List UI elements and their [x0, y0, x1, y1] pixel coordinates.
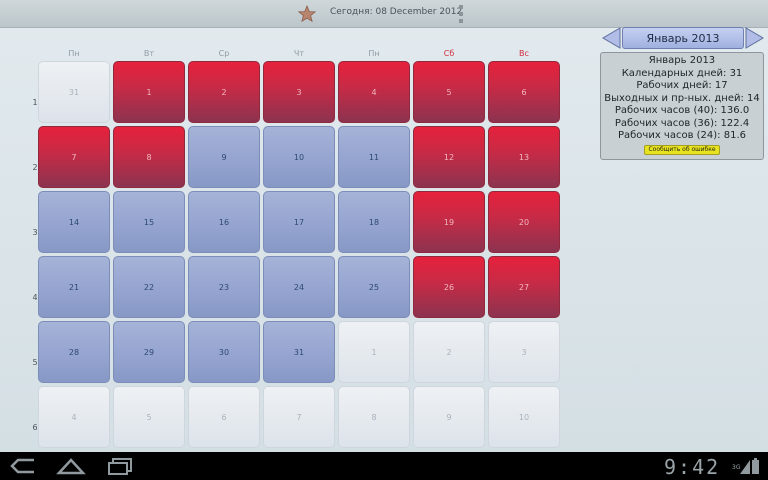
- day-cell[interactable]: 28: [38, 321, 110, 383]
- day-cell[interactable]: 31: [263, 321, 335, 383]
- weekday-label: Вт: [143, 49, 155, 58]
- weekday-header: Пн Вт Ср Чт Пн Сб Вс: [0, 49, 600, 61]
- weekday-label: Чт: [293, 49, 305, 58]
- report-error-button[interactable]: Сообщить об ошибке: [644, 144, 720, 155]
- day-cell[interactable]: 8: [113, 126, 185, 188]
- arrow-left-icon[interactable]: [601, 27, 621, 49]
- day-cell[interactable]: 26: [413, 256, 485, 318]
- day-cell[interactable]: 7: [38, 126, 110, 188]
- day-cell[interactable]: 5: [113, 386, 185, 448]
- overflow-menu-icon[interactable]: [457, 5, 465, 23]
- today-label[interactable]: Сегодня: 08 December 2012: [330, 7, 462, 17]
- month-selector-button[interactable]: Январь 2013: [622, 27, 744, 49]
- day-cell[interactable]: 22: [113, 256, 185, 318]
- day-cell[interactable]: 7: [263, 386, 335, 448]
- weekday-label: Пн: [68, 49, 80, 58]
- day-cell[interactable]: 2: [188, 61, 260, 123]
- day-cell[interactable]: 20: [488, 191, 560, 253]
- status-clock: 9:42: [664, 455, 721, 479]
- weekday-label: Сб: [443, 49, 455, 58]
- day-cell[interactable]: 6: [188, 386, 260, 448]
- home-icon[interactable]: [56, 456, 86, 476]
- day-cell[interactable]: 12: [413, 126, 485, 188]
- day-cell[interactable]: 21: [38, 256, 110, 318]
- system-nav-bar: 9:42 3G: [0, 452, 768, 480]
- signal-icon: [740, 458, 750, 474]
- day-cell[interactable]: 4: [338, 61, 410, 123]
- day-cell[interactable]: 4: [38, 386, 110, 448]
- back-icon[interactable]: [10, 456, 36, 476]
- work-hours-40: Рабочих часов (40): 136.0: [614, 105, 750, 116]
- month-summary-panel: Январь 2013 Календарных дней: 31 Рабочих…: [600, 52, 764, 160]
- day-cell[interactable]: 29: [113, 321, 185, 383]
- day-cell[interactable]: 17: [263, 191, 335, 253]
- weekday-label: Ср: [218, 49, 230, 58]
- day-cell[interactable]: 18: [338, 191, 410, 253]
- arrow-right-icon[interactable]: [745, 27, 765, 49]
- day-cell[interactable]: 2: [413, 321, 485, 383]
- day-cell[interactable]: 30: [188, 321, 260, 383]
- work-days: Рабочих дней: 17: [636, 80, 728, 91]
- day-cell[interactable]: 3: [263, 61, 335, 123]
- battery-icon: [752, 458, 759, 474]
- weekday-label: Пн: [368, 49, 380, 58]
- day-cell[interactable]: 23: [188, 256, 260, 318]
- day-cell[interactable]: 13: [488, 126, 560, 188]
- day-cell[interactable]: 27: [488, 256, 560, 318]
- month-navigation: Январь 2013: [601, 27, 765, 49]
- day-cell[interactable]: 15: [113, 191, 185, 253]
- day-cell[interactable]: 6: [488, 61, 560, 123]
- top-bar: Сегодня: 08 December 2012: [0, 0, 768, 28]
- holiday-days: Выходных и пр-ных. дней: 14: [604, 92, 760, 104]
- day-cell[interactable]: 1: [338, 321, 410, 383]
- star-icon[interactable]: [297, 4, 317, 23]
- day-cell[interactable]: 11: [338, 126, 410, 188]
- recent-apps-icon[interactable]: [106, 456, 134, 476]
- day-cell[interactable]: 31: [38, 61, 110, 123]
- day-cell[interactable]: 25: [338, 256, 410, 318]
- day-cell[interactable]: 5: [413, 61, 485, 123]
- day-cell[interactable]: 1: [113, 61, 185, 123]
- work-hours-24: Рабочих часов (24): 81.6: [617, 130, 746, 141]
- day-cell[interactable]: 8: [338, 386, 410, 448]
- day-cell[interactable]: 3: [488, 321, 560, 383]
- day-cell[interactable]: 16: [188, 191, 260, 253]
- day-cell[interactable]: 9: [188, 126, 260, 188]
- day-cell[interactable]: 24: [263, 256, 335, 318]
- summary-title: Январь 2013: [648, 55, 716, 66]
- weekday-label: Вс: [519, 49, 529, 58]
- day-cell[interactable]: 19: [413, 191, 485, 253]
- day-cell[interactable]: 10: [488, 386, 560, 448]
- day-cell[interactable]: 9: [413, 386, 485, 448]
- day-cell[interactable]: 10: [263, 126, 335, 188]
- day-cell[interactable]: 14: [38, 191, 110, 253]
- calendar-app: Сегодня: 08 December 2012 Пн Вт Ср Чт Пн Сб Вс…: [0, 0, 768, 452]
- calendar-days: Календарных дней: 31: [621, 67, 743, 79]
- work-hours-36: Рабочих часов (36): 122.4: [614, 117, 750, 129]
